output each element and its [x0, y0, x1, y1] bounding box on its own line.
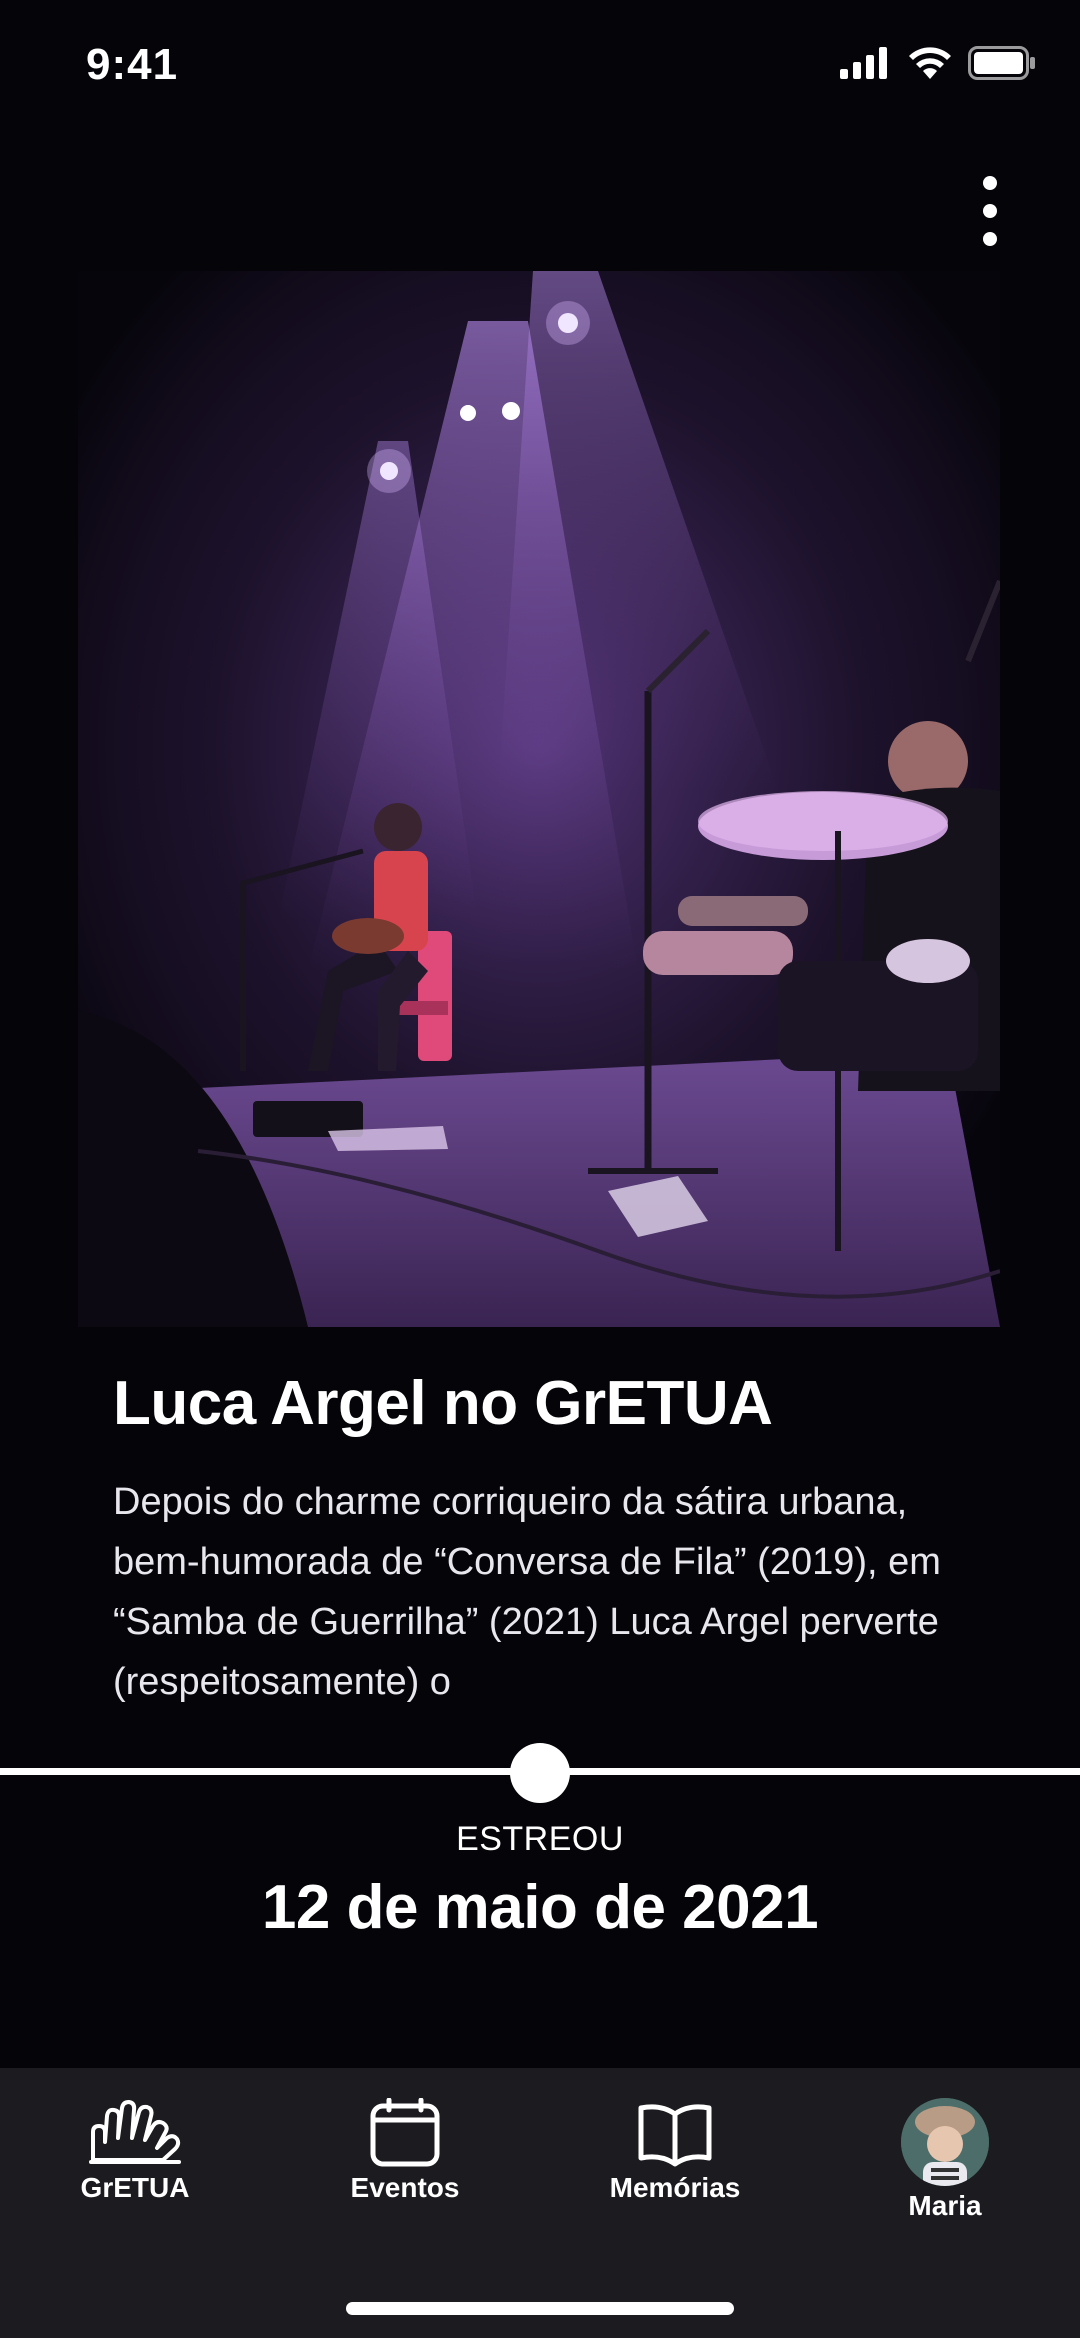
cellular-signal-icon [840, 47, 887, 79]
more-dot [983, 176, 997, 190]
tab-label: Eventos [350, 2172, 460, 2203]
event-title: Luca Argel no GrETUA [113, 1369, 773, 1438]
wifi-icon [909, 47, 951, 79]
battery-icon [968, 46, 1035, 80]
tab-gretua[interactable]: GrETUA [35, 2098, 235, 2204]
premiere-label: ESTREOU [456, 1820, 624, 1858]
premiere-date: 12 de maio de 2021 [261, 1873, 819, 1942]
avatar [901, 2098, 989, 2186]
tab-maria[interactable]: Maria [845, 2098, 1045, 2222]
status-time: 9:41 [86, 40, 179, 89]
status-icons [840, 46, 1036, 80]
gretua-hands-icon [89, 2100, 181, 2164]
tab-label: GrETUA [80, 2172, 190, 2203]
tab-label: Maria [908, 2190, 982, 2221]
more-dot [983, 204, 997, 218]
tab-memorias[interactable]: Memórias [575, 2098, 775, 2204]
calendar-icon [370, 2098, 440, 2167]
tab-label: Memórias [609, 2172, 741, 2203]
tab-bar: GrETUA Eventos Memórias Maria [0, 2068, 1080, 2338]
tab-eventos[interactable]: Eventos [305, 2098, 505, 2204]
timeline-knob[interactable] [510, 1743, 570, 1803]
more-dot [983, 232, 997, 246]
event-description: Depois do charme corriqueiro da sátira u… [113, 1481, 941, 1703]
more-options-button[interactable] [968, 176, 1012, 246]
home-indicator[interactable] [346, 2302, 734, 2315]
book-icon [638, 2104, 712, 2167]
event-photo [78, 271, 1000, 1327]
status-bar: 9:41 [0, 0, 1080, 130]
